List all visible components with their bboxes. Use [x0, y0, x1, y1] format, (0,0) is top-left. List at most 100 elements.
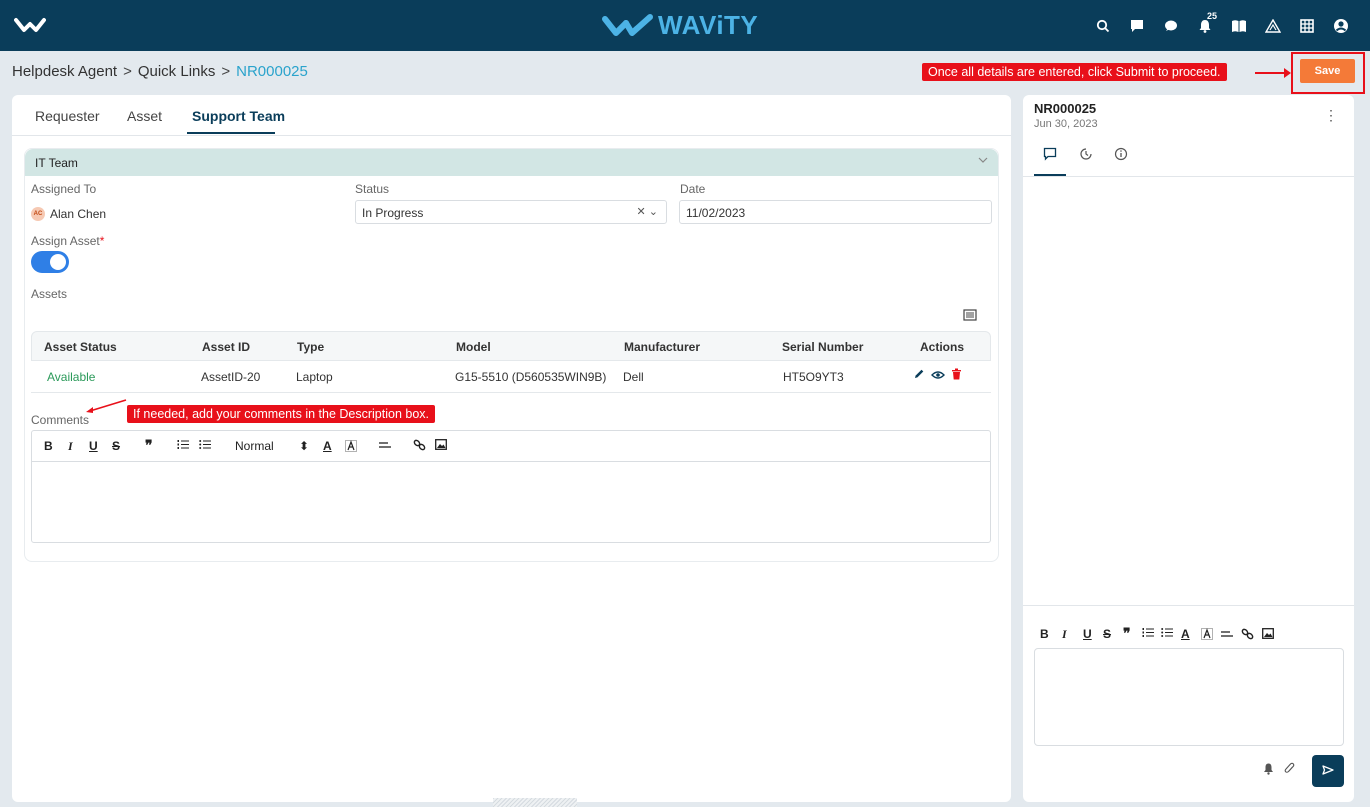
ticket-date: Jun 30, 2023 — [1034, 118, 1098, 130]
breadcrumb-separator: > — [123, 63, 132, 80]
link-icon[interactable] — [1241, 628, 1254, 643]
row-actions — [913, 368, 962, 383]
assignee-name: Alan Chen — [50, 207, 107, 221]
section-header[interactable]: IT Team — [25, 149, 998, 176]
tab-bar: Requester Asset Support Team — [12, 95, 1011, 136]
book-icon[interactable] — [1222, 0, 1256, 51]
breadcrumb-quick-links[interactable]: Quick Links — [138, 63, 216, 80]
notification-count-badge: 25 — [1207, 11, 1218, 21]
text-format-select[interactable]: Normal ⬍ — [235, 439, 309, 453]
bold-icon[interactable]: B — [1040, 627, 1049, 641]
notify-bell-icon[interactable] — [1263, 763, 1274, 778]
status-select[interactable]: In Progress ✕ ⌄ — [355, 200, 667, 224]
background-color-icon[interactable] — [1201, 628, 1213, 643]
bell-icon[interactable]: 25 — [1188, 0, 1222, 51]
column-header[interactable]: Serial Number — [782, 340, 863, 354]
blockquote-icon[interactable]: ❞ — [145, 437, 153, 454]
tab-requester[interactable]: Requester — [35, 108, 100, 124]
brand-name: WAViTY — [658, 10, 759, 40]
it-team-section: IT Team Assigned To AC Alan Chen Status … — [24, 148, 999, 562]
required-asterisk: * — [99, 234, 105, 248]
comments-label: Comments — [31, 413, 90, 427]
assets-label: Assets — [31, 287, 68, 301]
status-label: Status — [355, 182, 390, 196]
active-tab-indicator — [187, 132, 275, 134]
search-icon[interactable] — [1086, 0, 1120, 51]
asset-id-cell: AssetID-20 — [201, 370, 261, 384]
brand-mark-icon — [602, 13, 653, 36]
date-value: 11/02/2023 — [686, 206, 746, 220]
underline-icon[interactable]: U — [89, 439, 98, 453]
bold-icon[interactable]: B — [44, 439, 53, 453]
image-icon[interactable] — [1262, 628, 1274, 642]
text-color-icon[interactable]: A — [1181, 627, 1190, 641]
brand-logo: WAViTY — [602, 10, 758, 41]
status-value: In Progress — [362, 206, 424, 220]
date-field[interactable]: 11/02/2023 — [679, 200, 992, 224]
background-color-icon[interactable] — [345, 440, 357, 455]
comments-tab-icon[interactable] — [1043, 147, 1057, 164]
view-eye-icon[interactable] — [931, 369, 945, 383]
select-arrows-icon: ⬍ — [299, 439, 310, 453]
chevron-down-icon[interactable] — [978, 155, 988, 167]
avatar: AC — [31, 207, 45, 221]
delete-trash-icon[interactable] — [951, 368, 962, 383]
ordered-list-icon[interactable] — [1142, 627, 1154, 641]
side-tab-bar — [1023, 143, 1354, 177]
manufacturer-cell: Dell — [623, 370, 644, 384]
underline-icon[interactable]: U — [1083, 627, 1092, 641]
edit-pencil-icon[interactable] — [913, 368, 925, 383]
date-label: Date — [680, 182, 706, 196]
active-tab-indicator — [1034, 174, 1066, 176]
bullet-list-icon[interactable] — [199, 439, 211, 453]
send-button[interactable] — [1312, 755, 1344, 787]
image-icon[interactable] — [435, 439, 447, 453]
app-logo-icon[interactable] — [14, 16, 46, 37]
assign-asset-toggle[interactable] — [31, 251, 69, 273]
breadcrumb-current-ticket: NR000025 — [236, 63, 308, 80]
italic-icon[interactable]: I — [68, 439, 73, 454]
align-icon[interactable] — [1221, 628, 1233, 642]
warning-icon[interactable] — [1256, 0, 1290, 51]
breadcrumb-helpdesk-agent[interactable]: Helpdesk Agent — [12, 63, 117, 80]
chat-square-icon[interactable] — [1120, 0, 1154, 51]
ordered-list-icon[interactable] — [177, 439, 189, 453]
comments-text-area[interactable] — [32, 463, 990, 542]
comment-input[interactable] — [1034, 648, 1344, 746]
strikethrough-icon[interactable]: S — [1103, 627, 1111, 641]
text-color-icon[interactable]: A — [323, 439, 332, 453]
tab-support-team[interactable]: Support Team — [192, 108, 285, 124]
link-icon[interactable] — [413, 439, 426, 454]
attachment-paperclip-icon[interactable] — [1284, 762, 1295, 778]
blockquote-icon[interactable]: ❞ — [1123, 625, 1131, 642]
column-header[interactable]: Asset ID — [202, 340, 250, 354]
align-icon[interactable] — [379, 439, 391, 453]
chevron-down-icon[interactable]: ⌄ — [649, 206, 658, 218]
italic-icon[interactable]: I — [1062, 627, 1067, 642]
history-tab-icon[interactable] — [1079, 147, 1093, 164]
strikethrough-icon[interactable]: S — [112, 439, 120, 453]
tab-asset[interactable]: Asset — [127, 108, 162, 124]
clear-icon[interactable]: ✕ — [637, 206, 646, 218]
hint-arrow — [1255, 68, 1291, 78]
more-vertical-icon[interactable]: ⋮ — [1324, 107, 1338, 124]
table-row[interactable]: Available AssetID-20 Laptop G15-5510 (D5… — [31, 361, 991, 393]
breadcrumb-separator: > — [221, 63, 231, 80]
save-button[interactable]: Save — [1300, 59, 1355, 83]
column-header[interactable]: Manufacturer — [624, 340, 700, 354]
table-header: Asset Status Asset ID Type Model Manufac… — [31, 331, 991, 361]
column-header[interactable]: Type — [297, 340, 324, 354]
column-header[interactable]: Asset Status — [44, 340, 117, 354]
assign-asset-label: Assign Asset* — [31, 234, 105, 248]
assignee: AC Alan Chen — [31, 207, 106, 221]
send-icon — [1322, 764, 1334, 778]
main-panel: Requester Asset Support Team IT Team Ass… — [12, 95, 1011, 802]
grid-icon[interactable] — [1290, 0, 1324, 51]
column-header[interactable]: Model — [456, 340, 491, 354]
chat-bubble-icon[interactable] — [1154, 0, 1188, 51]
info-tab-icon[interactable] — [1114, 147, 1128, 164]
bullet-list-icon[interactable] — [1161, 627, 1173, 641]
column-settings-icon[interactable] — [963, 309, 977, 324]
user-circle-icon[interactable] — [1324, 0, 1358, 51]
resize-handle[interactable] — [493, 798, 577, 807]
